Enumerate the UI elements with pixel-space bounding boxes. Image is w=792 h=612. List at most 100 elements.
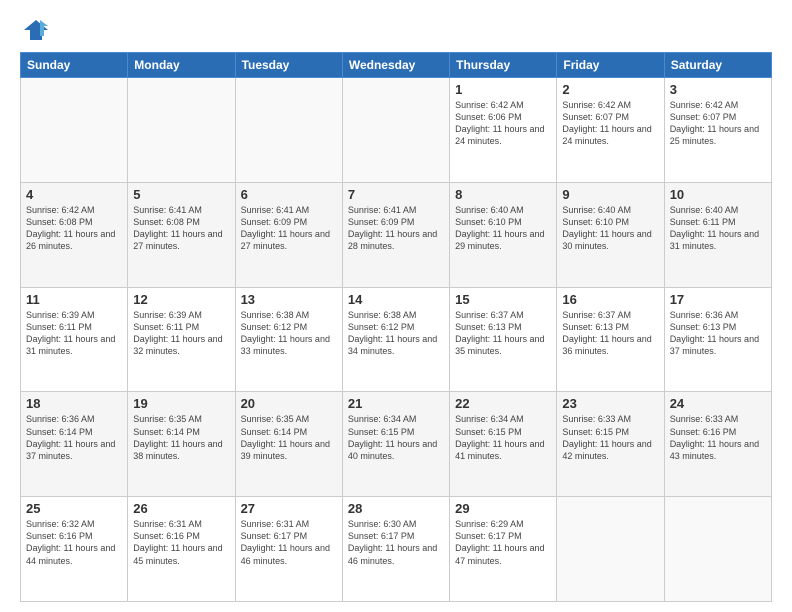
- day-info: Sunrise: 6:33 AM Sunset: 6:15 PM Dayligh…: [562, 413, 658, 462]
- day-info: Sunrise: 6:41 AM Sunset: 6:08 PM Dayligh…: [133, 204, 229, 253]
- day-number: 23: [562, 396, 658, 411]
- day-info: Sunrise: 6:32 AM Sunset: 6:16 PM Dayligh…: [26, 518, 122, 567]
- day-number: 16: [562, 292, 658, 307]
- day-info: Sunrise: 6:42 AM Sunset: 6:08 PM Dayligh…: [26, 204, 122, 253]
- calendar-day-cell: 17Sunrise: 6:36 AM Sunset: 6:13 PM Dayli…: [664, 287, 771, 392]
- day-number: 20: [241, 396, 337, 411]
- day-info: Sunrise: 6:31 AM Sunset: 6:17 PM Dayligh…: [241, 518, 337, 567]
- day-number: 28: [348, 501, 444, 516]
- day-info: Sunrise: 6:34 AM Sunset: 6:15 PM Dayligh…: [348, 413, 444, 462]
- calendar-day-cell: 2 Sunrise: 6:42 AM Sunset: 6:07 PM Daylig…: [557, 78, 664, 183]
- calendar-header-cell: Friday: [557, 53, 664, 78]
- day-number: 17: [670, 292, 766, 307]
- calendar-week-row: 11 Sunrise: 6:39 AM Sunset: 6:11 PM Dayli…: [21, 287, 772, 392]
- day-number: 5: [133, 187, 229, 202]
- day-info: Sunrise: 6:40 AM Sunset: 6:11 PM Dayligh…: [670, 204, 766, 253]
- day-number: 1: [455, 82, 551, 97]
- day-info: Sunrise: 6:30 AM Sunset: 6:17 PM Dayligh…: [348, 518, 444, 567]
- calendar-day-cell: 12 Sunrise: 6:39 AM Sunset: 6:11 PM Dayli…: [128, 287, 235, 392]
- day-info: Sunrise: 6:39 AM Sunset: 6:11 PM Dayligh…: [133, 309, 229, 358]
- day-number: 12: [133, 292, 229, 307]
- day-number: 4: [26, 187, 122, 202]
- day-info: Sunrise: 6:41 AM Sunset: 6:09 PM Dayligh…: [348, 204, 444, 253]
- calendar-day-cell: 15 Sunrise: 6:37 AM Sunset: 6:13 PM Dayli…: [450, 287, 557, 392]
- calendar-day-cell: 13 Sunrise: 6:38 AM Sunset: 6:12 PM Dayli…: [235, 287, 342, 392]
- day-info: Sunrise: 6:37 AM Sunset: 6:13 PM Dayligh…: [562, 309, 658, 358]
- day-number: 3: [670, 82, 766, 97]
- calendar-header-cell: Saturday: [664, 53, 771, 78]
- calendar-day-cell: 27 Sunrise: 6:31 AM Sunset: 6:17 PM Dayli…: [235, 497, 342, 602]
- calendar-header-cell: Thursday: [450, 53, 557, 78]
- day-info: Sunrise: 6:40 AM Sunset: 6:10 PM Dayligh…: [562, 204, 658, 253]
- calendar-header-cell: Monday: [128, 53, 235, 78]
- day-info: Sunrise: 6:29 AM Sunset: 6:17 PM Dayligh…: [455, 518, 551, 567]
- day-number: 21: [348, 396, 444, 411]
- calendar-day-cell: 23 Sunrise: 6:33 AM Sunset: 6:15 PM Dayli…: [557, 392, 664, 497]
- day-number: 6: [241, 187, 337, 202]
- calendar-day-cell: 25Sunrise: 6:32 AM Sunset: 6:16 PM Dayli…: [21, 497, 128, 602]
- calendar-day-cell: 19Sunrise: 6:35 AM Sunset: 6:14 PM Dayli…: [128, 392, 235, 497]
- calendar-day-cell: [557, 497, 664, 602]
- calendar-day-cell: [664, 497, 771, 602]
- calendar-day-cell: [342, 78, 449, 183]
- calendar-day-cell: 29 Sunrise: 6:29 AM Sunset: 6:17 PM Dayli…: [450, 497, 557, 602]
- calendar-day-cell: 1 Sunrise: 6:42 AM Sunset: 6:06 PM Daylig…: [450, 78, 557, 183]
- day-info: Sunrise: 6:35 AM Sunset: 6:14 PM Dayligh…: [241, 413, 337, 462]
- day-info: Sunrise: 6:34 AM Sunset: 6:15 PM Dayligh…: [455, 413, 551, 462]
- calendar-day-cell: [21, 78, 128, 183]
- day-info: Sunrise: 6:42 AM Sunset: 6:06 PM Dayligh…: [455, 99, 551, 148]
- calendar-day-cell: 28 Sunrise: 6:30 AM Sunset: 6:17 PM Dayli…: [342, 497, 449, 602]
- page: SundayMondayTuesdayWednesdayThursdayFrid…: [0, 0, 792, 612]
- day-info: Sunrise: 6:31 AM Sunset: 6:16 PM Dayligh…: [133, 518, 229, 567]
- calendar-week-row: 25Sunrise: 6:32 AM Sunset: 6:16 PM Dayli…: [21, 497, 772, 602]
- calendar-day-cell: 3 Sunrise: 6:42 AM Sunset: 6:07 PM Daylig…: [664, 78, 771, 183]
- day-number: 15: [455, 292, 551, 307]
- calendar-day-cell: 18 Sunrise: 6:36 AM Sunset: 6:14 PM Dayli…: [21, 392, 128, 497]
- day-number: 14: [348, 292, 444, 307]
- calendar-day-cell: 14 Sunrise: 6:38 AM Sunset: 6:12 PM Dayli…: [342, 287, 449, 392]
- calendar-header-row: SundayMondayTuesdayWednesdayThursdayFrid…: [21, 53, 772, 78]
- calendar-day-cell: [235, 78, 342, 183]
- day-number: 11: [26, 292, 122, 307]
- calendar-week-row: 4 Sunrise: 6:42 AM Sunset: 6:08 PM Daylig…: [21, 182, 772, 287]
- day-number: 13: [241, 292, 337, 307]
- day-number: 29: [455, 501, 551, 516]
- header: [20, 16, 772, 44]
- day-info: Sunrise: 6:35 AM Sunset: 6:14 PM Dayligh…: [133, 413, 229, 462]
- day-number: 2: [562, 82, 658, 97]
- day-number: 18: [26, 396, 122, 411]
- calendar: SundayMondayTuesdayWednesdayThursdayFrid…: [20, 52, 772, 602]
- day-number: 7: [348, 187, 444, 202]
- day-info: Sunrise: 6:41 AM Sunset: 6:09 PM Dayligh…: [241, 204, 337, 253]
- day-number: 8: [455, 187, 551, 202]
- calendar-day-cell: 5 Sunrise: 6:41 AM Sunset: 6:08 PM Daylig…: [128, 182, 235, 287]
- day-info: Sunrise: 6:33 AM Sunset: 6:16 PM Dayligh…: [670, 413, 766, 462]
- day-info: Sunrise: 6:38 AM Sunset: 6:12 PM Dayligh…: [348, 309, 444, 358]
- day-info: Sunrise: 6:36 AM Sunset: 6:14 PM Dayligh…: [26, 413, 122, 462]
- calendar-day-cell: [128, 78, 235, 183]
- calendar-body: 1 Sunrise: 6:42 AM Sunset: 6:06 PM Daylig…: [21, 78, 772, 602]
- day-info: Sunrise: 6:42 AM Sunset: 6:07 PM Dayligh…: [670, 99, 766, 148]
- day-info: Sunrise: 6:42 AM Sunset: 6:07 PM Dayligh…: [562, 99, 658, 148]
- calendar-day-cell: 11Sunrise: 6:39 AM Sunset: 6:11 PM Dayli…: [21, 287, 128, 392]
- day-number: 9: [562, 187, 658, 202]
- calendar-day-cell: 26 Sunrise: 6:31 AM Sunset: 6:16 PM Dayli…: [128, 497, 235, 602]
- day-info: Sunrise: 6:37 AM Sunset: 6:13 PM Dayligh…: [455, 309, 551, 358]
- day-number: 24: [670, 396, 766, 411]
- calendar-day-cell: 21 Sunrise: 6:34 AM Sunset: 6:15 PM Dayli…: [342, 392, 449, 497]
- day-info: Sunrise: 6:40 AM Sunset: 6:10 PM Dayligh…: [455, 204, 551, 253]
- calendar-day-cell: 20 Sunrise: 6:35 AM Sunset: 6:14 PM Dayli…: [235, 392, 342, 497]
- calendar-week-row: 18 Sunrise: 6:36 AM Sunset: 6:14 PM Dayli…: [21, 392, 772, 497]
- calendar-day-cell: 10Sunrise: 6:40 AM Sunset: 6:11 PM Dayli…: [664, 182, 771, 287]
- calendar-week-row: 1 Sunrise: 6:42 AM Sunset: 6:06 PM Daylig…: [21, 78, 772, 183]
- calendar-day-cell: 4 Sunrise: 6:42 AM Sunset: 6:08 PM Daylig…: [21, 182, 128, 287]
- day-number: 26: [133, 501, 229, 516]
- calendar-day-cell: 6 Sunrise: 6:41 AM Sunset: 6:09 PM Daylig…: [235, 182, 342, 287]
- calendar-day-cell: 16 Sunrise: 6:37 AM Sunset: 6:13 PM Dayli…: [557, 287, 664, 392]
- day-number: 27: [241, 501, 337, 516]
- logo-icon: [22, 16, 50, 44]
- logo: [20, 16, 50, 44]
- calendar-day-cell: 24 Sunrise: 6:33 AM Sunset: 6:16 PM Dayli…: [664, 392, 771, 497]
- day-info: Sunrise: 6:38 AM Sunset: 6:12 PM Dayligh…: [241, 309, 337, 358]
- calendar-day-cell: 22Sunrise: 6:34 AM Sunset: 6:15 PM Dayli…: [450, 392, 557, 497]
